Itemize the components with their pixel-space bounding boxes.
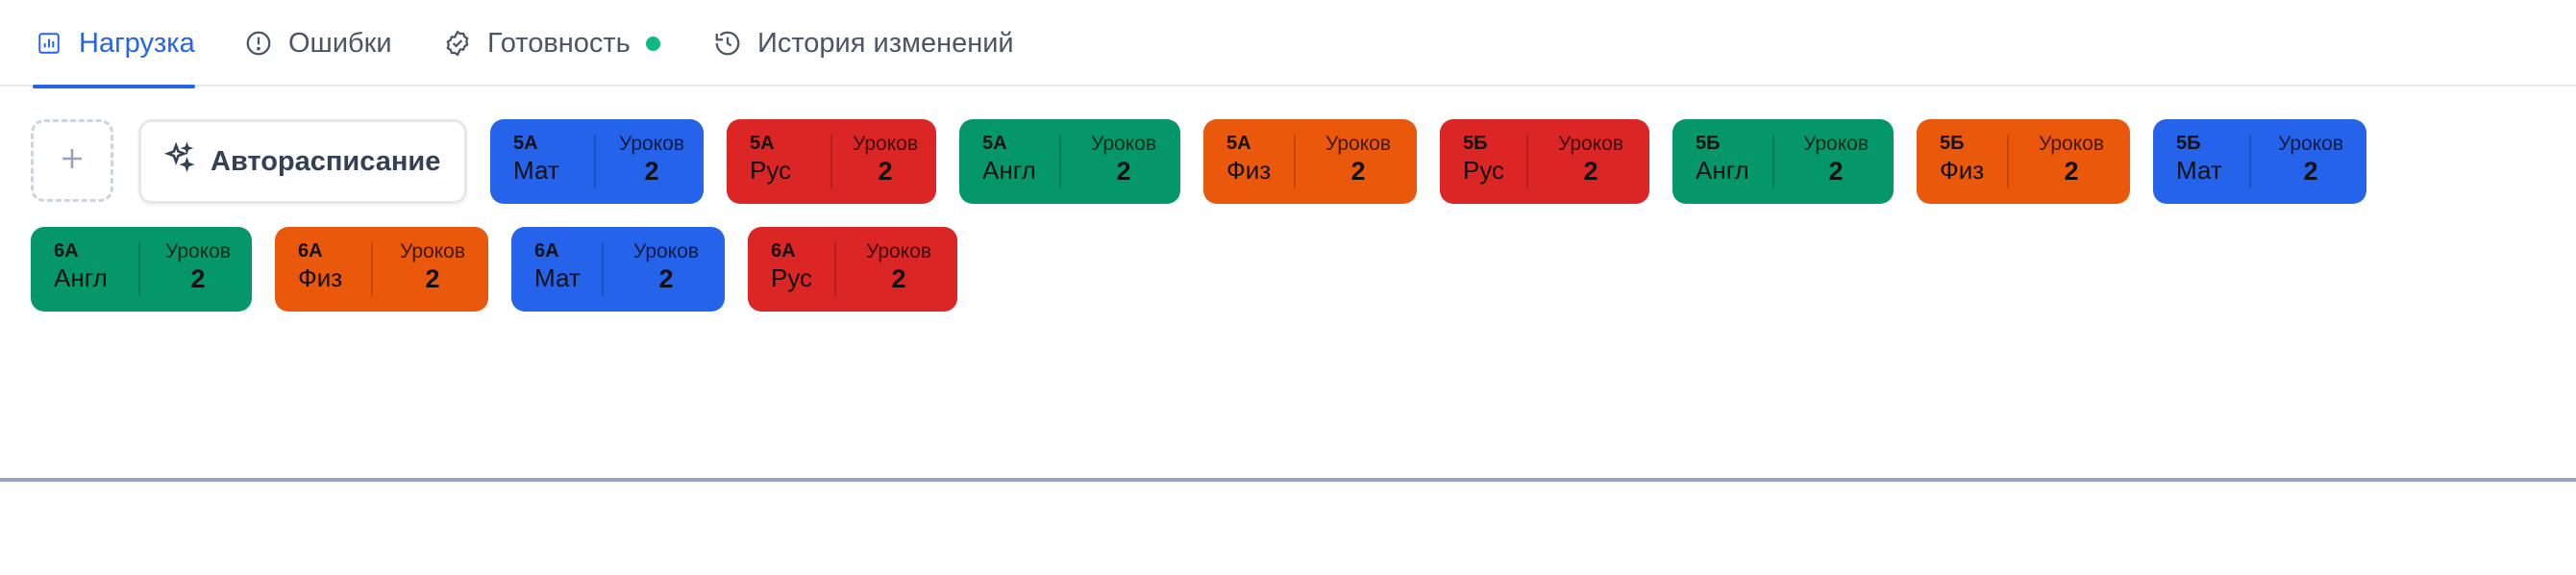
card-class: 6А: [54, 240, 79, 262]
card-count-label: Уроков: [852, 133, 918, 155]
card-divider: [834, 242, 836, 296]
card-class: 5Б: [1940, 133, 1965, 154]
badge-check-icon: [441, 27, 474, 60]
card-class: 5А: [982, 133, 1007, 154]
load-card[interactable]: 5Б Рус Уроков 2: [1440, 119, 1649, 204]
tab-readiness[interactable]: Готовность: [441, 0, 660, 87]
card-class: 6А: [534, 240, 559, 262]
add-item-button[interactable]: [31, 119, 113, 202]
card-divider: [1772, 135, 1774, 188]
card-count: 2: [190, 264, 206, 293]
card-count: 2: [1583, 157, 1598, 186]
card-count-label: Уроков: [865, 240, 931, 262]
card-count-label: Уроков: [1090, 133, 1156, 155]
card-count: 2: [658, 264, 674, 293]
card-divider: [2249, 135, 2251, 188]
card-count-label: Уроков: [399, 240, 465, 262]
card-class: 5А: [1226, 133, 1251, 154]
divider-line: [0, 478, 2576, 482]
card-subject: Физ: [298, 263, 343, 292]
card-count-label: Уроков: [2277, 133, 2343, 155]
card-count: 2: [1116, 157, 1131, 186]
card-divider: [138, 242, 140, 296]
card-subject: Рус: [1463, 156, 1505, 185]
card-subject: Рус: [750, 156, 792, 185]
card-count: 2: [1350, 157, 1366, 186]
card-count: 2: [878, 157, 893, 186]
card-class: 5Б: [1463, 133, 1488, 154]
tab-load[interactable]: Нагрузка: [33, 0, 195, 88]
load-card[interactable]: 6А Мат Уроков 2: [511, 227, 725, 312]
card-count: 2: [644, 157, 659, 186]
tab-errors[interactable]: Ошибки: [242, 0, 392, 87]
card-class: 5А: [513, 133, 538, 154]
tab-label: Готовность: [487, 27, 631, 59]
card-class: 5Б: [2176, 133, 2201, 154]
card-divider: [594, 135, 596, 188]
plus-icon: [58, 144, 87, 178]
card-count: 2: [425, 264, 440, 293]
tab-history[interactable]: История изменений: [711, 0, 1014, 87]
alert-circle-icon: [242, 27, 275, 60]
tab-bar: Нагрузка Ошибки Готовность История измен…: [0, 0, 2576, 88]
tab-label: История изменений: [757, 27, 1014, 59]
tab-label: Нагрузка: [79, 27, 195, 59]
autoschedule-label: Авторасписание: [211, 145, 441, 177]
load-card[interactable]: 5А Англ Уроков 2: [959, 119, 1180, 204]
card-subject: Мат: [2176, 156, 2222, 185]
card-divider: [830, 135, 832, 188]
card-count-label: Уроков: [1802, 133, 1869, 155]
load-card[interactable]: 6А Англ Уроков 2: [31, 227, 252, 312]
card-class: 6А: [771, 240, 796, 262]
card-subject: Мат: [534, 263, 581, 292]
card-divider: [371, 242, 373, 296]
card-count-label: Уроков: [164, 240, 231, 262]
card-subject: Рус: [771, 263, 813, 292]
card-divider: [1294, 135, 1296, 188]
card-subject: Физ: [1226, 156, 1272, 185]
load-card[interactable]: 5А Мат Уроков 2: [490, 119, 704, 204]
card-subject: Англ: [54, 263, 108, 292]
card-subject: Англ: [982, 156, 1036, 185]
history-icon: [711, 27, 744, 60]
load-card[interactable]: 5Б Мат Уроков 2: [2153, 119, 2366, 204]
load-card[interactable]: 5А Рус Уроков 2: [727, 119, 936, 204]
card-divider: [1059, 135, 1061, 188]
card-subject: Мат: [513, 156, 559, 185]
card-class: 6А: [298, 240, 323, 262]
card-count-label: Уроков: [618, 133, 684, 155]
load-card[interactable]: 5Б Англ Уроков 2: [1672, 119, 1894, 204]
card-subject: Англ: [1696, 156, 1749, 185]
card-count-label: Уроков: [1557, 133, 1623, 155]
sparkles-icon: [162, 141, 195, 182]
card-divider: [2007, 135, 2009, 188]
bar-chart-icon: [33, 27, 65, 60]
card-count: 2: [891, 264, 906, 293]
card-count: 2: [1828, 157, 1844, 186]
load-card[interactable]: 5А Физ Уроков 2: [1203, 119, 1417, 204]
card-class: 5А: [750, 133, 775, 154]
card-subject: Физ: [1940, 156, 1985, 185]
load-card[interactable]: 6А Физ Уроков 2: [275, 227, 488, 312]
card-divider: [602, 242, 604, 296]
load-card[interactable]: 5Б Физ Уроков 2: [1917, 119, 2130, 204]
card-count-label: Уроков: [1325, 133, 1391, 155]
status-dot: [645, 36, 660, 51]
card-count: 2: [2064, 157, 2079, 186]
card-count: 2: [2303, 157, 2318, 186]
card-count-label: Уроков: [632, 240, 699, 262]
card-class: 5Б: [1696, 133, 1721, 154]
load-card[interactable]: 6А Рус Уроков 2: [748, 227, 957, 312]
autoschedule-button[interactable]: Авторасписание: [138, 119, 467, 204]
card-count-label: Уроков: [2038, 133, 2104, 155]
tab-label: Ошибки: [288, 27, 392, 59]
card-divider: [1526, 135, 1528, 188]
